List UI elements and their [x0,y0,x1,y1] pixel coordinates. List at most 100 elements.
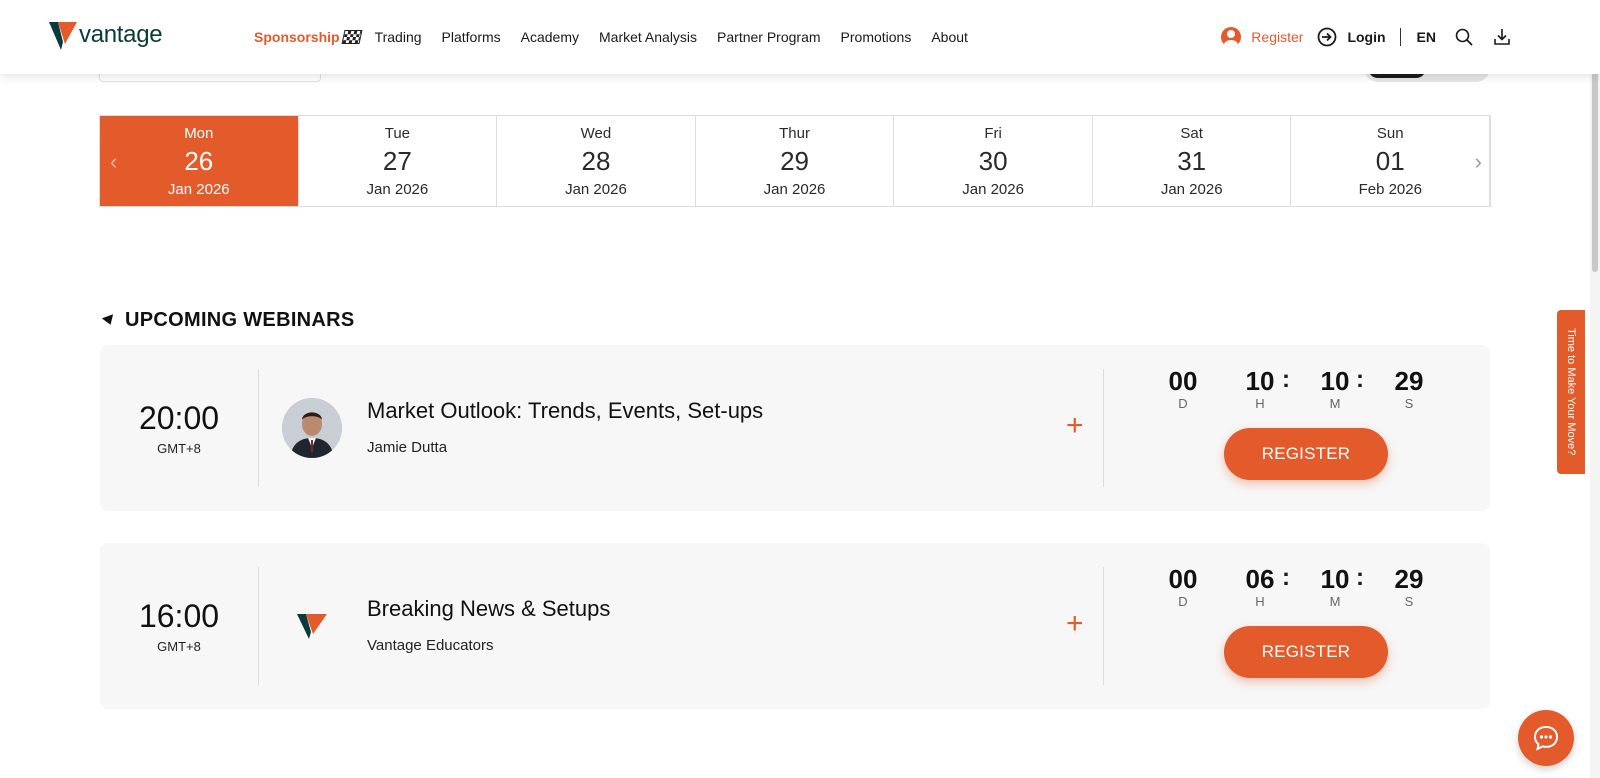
nav-trading[interactable]: Trading [375,29,422,45]
countdown-days: 00 D [1158,365,1208,411]
date-day: 30 [978,145,1008,176]
download-icon[interactable] [1492,27,1512,47]
nav-academy[interactable]: Academy [521,29,579,45]
date-month: Jan 2026 [565,180,627,198]
date-cell-wed[interactable]: Wed 28 Jan 2026 [497,116,696,206]
date-day: 31 [1177,145,1207,176]
date-month: Jan 2026 [1160,180,1223,198]
countdown-hours: 06 H [1235,563,1285,609]
date-selector: Mon 26 Jan 2026 Tue 27 Jan 2026 Wed 28 J… [99,115,1491,207]
date-month: Jan 2026 [167,180,230,198]
countdown-hours-value: 06 [1245,564,1275,594]
card-divider [258,567,259,685]
search-icon[interactable] [1454,27,1474,47]
webinar-card: 16:00 GMT+8 Breaking News & Setups Vanta… [100,543,1490,709]
date-dow: Wed [580,124,612,142]
presenter-avatar [282,398,342,458]
date-cell-thur[interactable]: Thur 29 Jan 2026 [696,116,895,206]
vantage-logo[interactable]: vantage [48,20,163,50]
webinar-title[interactable]: Breaking News & Setups [367,596,610,622]
chevron-right-icon[interactable]: › [1475,149,1482,175]
countdown-hours-label: H [1255,594,1265,609]
page-scrollbar[interactable] [1590,0,1600,778]
nav-sponsorship-label: Sponsorship [254,29,340,45]
date-cell-tue[interactable]: Tue 27 Jan 2026 [299,116,498,206]
countdown-minutes: 10 M [1310,365,1360,411]
date-cell-mon[interactable]: Mon 26 Jan 2026 [100,116,299,206]
expand-plus-icon[interactable]: + [1066,411,1084,441]
date-day: 27 [382,145,412,176]
webinar-card: 20:00 GMT+8 Market Outlook: Trends, Even… [100,345,1490,511]
date-month: Jan 2026 [366,180,429,198]
countdown-colon: : [1356,366,1364,393]
countdown-seconds-value: 29 [1394,366,1424,396]
side-promo-tab-label: Time to Make Your Move? [1565,328,1577,456]
webinar-time-value: 16:00 [138,598,220,634]
countdown-colon: : [1282,564,1290,591]
chevron-left-icon[interactable]: ‹ [110,149,117,175]
vantage-logo-icon [49,22,77,50]
date-day: 26 [184,145,214,176]
countdown-hours-label: H [1255,396,1265,411]
language-selector[interactable]: EN [1417,29,1436,45]
register-button[interactable]: REGISTER [1224,428,1388,480]
nav-partner-program[interactable]: Partner Program [717,29,820,45]
countdown-days-label: D [1178,594,1188,609]
date-dow: Thur [779,124,810,142]
webinar-title[interactable]: Market Outlook: Trends, Events, Set-ups [367,398,763,424]
countdown-hours-value: 10 [1245,366,1275,396]
expand-plus-icon[interactable]: + [1066,609,1084,639]
date-month: Jan 2026 [763,180,826,198]
date-day: 28 [581,145,611,176]
countdown-minutes-value: 10 [1320,366,1350,396]
countdown-seconds-value: 29 [1394,564,1424,594]
login-icon [1318,27,1337,47]
date-cell-fri[interactable]: Fri 30 Jan 2026 [894,116,1093,206]
date-dow: Fri [984,124,1002,142]
webinar-time-value: 20:00 [138,400,220,436]
webinar-presenter: Vantage Educators [367,637,494,654]
logo-text: vantage [79,21,163,48]
date-dow: Tue [384,124,411,142]
countdown-colon: : [1356,564,1364,591]
nav-sponsorship[interactable]: Sponsorship [254,29,363,45]
card-divider [1103,567,1104,685]
webinar-timezone: GMT+8 [157,639,201,654]
date-dow: Sun [1376,124,1404,142]
countdown-hours: 10 H [1235,365,1285,411]
countdown-days-value: 00 [1168,564,1198,594]
date-month: Feb 2026 [1358,180,1422,198]
countdown-timer: 00 D 06 H : 10 M : 29 S [1158,563,1448,613]
countdown-minutes-label: M [1329,594,1341,609]
section-title-text: UPCOMING WEBINARS [125,309,355,331]
header-divider [1399,28,1401,46]
date-cell-sat[interactable]: Sat 31 Jan 2026 [1093,116,1292,206]
countdown-minutes: 10 M [1310,563,1360,609]
register-button[interactable]: REGISTER [1224,626,1388,678]
date-day: 01 [1375,145,1405,176]
card-divider [1103,369,1104,487]
nav-platforms[interactable]: Platforms [442,29,501,45]
chat-bubble-icon [1533,725,1559,751]
header-tools: Register Login EN [1221,0,1530,74]
countdown-seconds-label: S [1404,594,1414,609]
webinar-presenter: Jamie Dutta [367,439,448,456]
login-link[interactable]: Login [1317,27,1386,47]
nav-market-analysis[interactable]: Market Analysis [599,29,697,45]
checkered-flag-icon [341,30,363,44]
countdown-colon: : [1282,366,1290,393]
date-cell-sun[interactable]: Sun 01 Feb 2026 [1291,116,1491,206]
register-link[interactable]: Register [1221,27,1303,47]
user-icon [1221,27,1242,47]
countdown-seconds-label: S [1404,396,1414,411]
webinar-time: 20:00 GMT+8 [100,345,258,511]
chat-button[interactable] [1518,710,1574,766]
date-dow: Mon [184,124,214,142]
side-promo-tab[interactable]: Time to Make Your Move? [1557,310,1585,474]
countdown-minutes-value: 10 [1320,564,1350,594]
nav-promotions[interactable]: Promotions [841,29,912,45]
countdown-minutes-label: M [1329,396,1341,411]
login-label: Login [1347,29,1386,45]
countdown-days: 00 D [1158,563,1208,609]
nav-about[interactable]: About [931,29,968,45]
